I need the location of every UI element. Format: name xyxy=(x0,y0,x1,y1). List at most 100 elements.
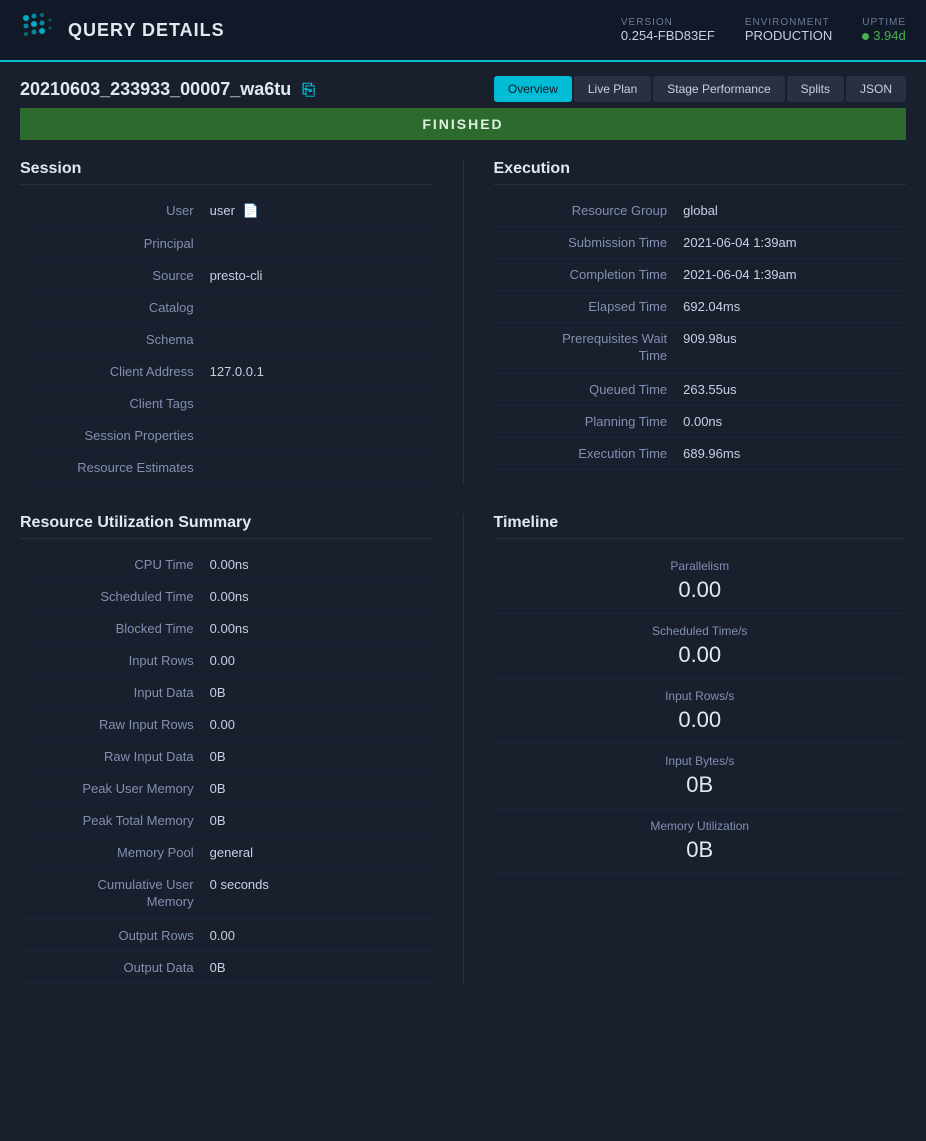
tab-live-plan[interactable]: Live Plan xyxy=(574,76,651,102)
scheduled-time-s-value: 0.00 xyxy=(494,642,907,668)
session-client-tags-value xyxy=(206,388,433,420)
exec-prereq-wait-label: Prerequisites WaitTime xyxy=(494,323,680,374)
exec-elapsed-time-row: Elapsed Time 692.04ms xyxy=(494,291,907,323)
timeline-section: Timeline Parallelism 0.00 Scheduled Time… xyxy=(464,514,907,984)
res-raw-input-data-label: Raw Input Data xyxy=(20,741,206,773)
bottom-sections: Resource Utilization Summary CPU Time 0.… xyxy=(0,514,926,984)
resource-utilization-section: Resource Utilization Summary CPU Time 0.… xyxy=(20,514,464,984)
execution-table: Resource Group global Submission Time 20… xyxy=(494,195,907,470)
session-client-tags-row: Client Tags xyxy=(20,388,433,420)
environment-group: ENVIRONMENT PRODUCTION xyxy=(745,17,832,43)
tab-stage-performance[interactable]: Stage Performance xyxy=(653,76,784,102)
exec-prereq-wait-row: Prerequisites WaitTime 909.98us xyxy=(494,323,907,374)
res-output-rows-label: Output Rows xyxy=(20,919,206,951)
tab-json[interactable]: JSON xyxy=(846,76,906,102)
session-schema-row: Schema xyxy=(20,324,433,356)
header-meta: VERSION 0.254-FBD83EF ENVIRONMENT PRODUC… xyxy=(621,17,906,43)
session-catalog-value xyxy=(206,292,433,324)
exec-resource-group-row: Resource Group global xyxy=(494,195,907,227)
res-cumulative-user-memory-label: Cumulative UserMemory xyxy=(20,869,206,920)
res-peak-user-memory-value: 0B xyxy=(206,773,433,805)
res-cumulative-user-memory-row: Cumulative UserMemory 0 seconds xyxy=(20,869,433,920)
parallelism-metric: Parallelism 0.00 xyxy=(494,549,907,614)
res-input-rows-row: Input Rows 0.00 xyxy=(20,645,433,677)
exec-completion-time-row: Completion Time 2021-06-04 1:39am xyxy=(494,259,907,291)
resource-utilization-table: CPU Time 0.00ns Scheduled Time 0.00ns Bl… xyxy=(20,549,433,984)
exec-execution-time-row: Execution Time 689.96ms xyxy=(494,437,907,469)
input-bytes-s-label: Input Bytes/s xyxy=(494,754,907,768)
res-output-data-value: 0B xyxy=(206,951,433,983)
resource-utilization-title: Resource Utilization Summary xyxy=(20,514,433,539)
environment-value: PRODUCTION xyxy=(745,28,832,43)
res-raw-input-rows-value: 0.00 xyxy=(206,709,433,741)
main-content: Session User user 📄 Principal Source pre… xyxy=(0,160,926,484)
version-group: VERSION 0.254-FBD83EF xyxy=(621,17,715,43)
query-id: 20210603_233933_00007_wa6tu ⎘ xyxy=(20,79,478,100)
exec-planning-time-value: 0.00ns xyxy=(679,405,906,437)
status-banner: FINISHED xyxy=(20,108,906,140)
res-raw-input-rows-label: Raw Input Rows xyxy=(20,709,206,741)
session-catalog-label: Catalog xyxy=(20,292,206,324)
session-source-label: Source xyxy=(20,260,206,292)
scheduled-time-s-label: Scheduled Time/s xyxy=(494,624,907,638)
res-scheduled-time-row: Scheduled Time 0.00ns xyxy=(20,581,433,613)
exec-submission-time-label: Submission Time xyxy=(494,227,680,259)
uptime-group: UPTIME 3.94d xyxy=(862,17,906,43)
exec-submission-time-row: Submission Time 2021-06-04 1:39am xyxy=(494,227,907,259)
session-resource-estimates-row: Resource Estimates xyxy=(20,452,433,484)
exec-prereq-wait-value: 909.98us xyxy=(679,323,906,374)
memory-utilization-metric: Memory Utilization 0B xyxy=(494,809,907,874)
res-memory-pool-value: general xyxy=(206,837,433,869)
res-memory-pool-label: Memory Pool xyxy=(20,837,206,869)
tab-buttons: Overview Live Plan Stage Performance Spl… xyxy=(494,76,906,102)
input-rows-s-metric: Input Rows/s 0.00 xyxy=(494,679,907,744)
res-blocked-time-row: Blocked Time 0.00ns xyxy=(20,613,433,645)
session-principal-value xyxy=(206,228,433,260)
res-memory-pool-row: Memory Pool general xyxy=(20,837,433,869)
res-peak-total-memory-value: 0B xyxy=(206,805,433,837)
copy-icon[interactable]: ⎘ xyxy=(302,82,315,99)
res-output-data-row: Output Data 0B xyxy=(20,951,433,983)
session-resource-estimates-value xyxy=(206,452,433,484)
logo-area: QUERY DETAILS xyxy=(20,12,621,48)
tab-overview[interactable]: Overview xyxy=(494,76,572,102)
environment-label: ENVIRONMENT xyxy=(745,17,830,28)
input-bytes-s-value: 0B xyxy=(494,772,907,798)
input-rows-s-value: 0.00 xyxy=(494,707,907,733)
res-output-rows-value: 0.00 xyxy=(206,919,433,951)
uptime-value: 3.94d xyxy=(862,28,906,43)
res-raw-input-data-value: 0B xyxy=(206,741,433,773)
res-peak-user-memory-label: Peak User Memory xyxy=(20,773,206,805)
session-source-row: Source presto-cli xyxy=(20,260,433,292)
header: QUERY DETAILS VERSION 0.254-FBD83EF ENVI… xyxy=(0,0,926,62)
session-title: Session xyxy=(20,160,433,185)
user-icon: 📄 xyxy=(243,203,259,218)
res-cpu-time-row: CPU Time 0.00ns xyxy=(20,549,433,581)
session-resource-estimates-label: Resource Estimates xyxy=(20,452,206,484)
input-rows-s-label: Input Rows/s xyxy=(494,689,907,703)
session-properties-value xyxy=(206,420,433,452)
page-title: QUERY DETAILS xyxy=(68,20,225,41)
res-input-data-label: Input Data xyxy=(20,677,206,709)
uptime-label: UPTIME xyxy=(862,17,906,28)
tab-splits[interactable]: Splits xyxy=(787,76,844,102)
exec-submission-time-value: 2021-06-04 1:39am xyxy=(679,227,906,259)
exec-elapsed-time-label: Elapsed Time xyxy=(494,291,680,323)
res-blocked-time-label: Blocked Time xyxy=(20,613,206,645)
exec-execution-time-label: Execution Time xyxy=(494,437,680,469)
res-peak-total-memory-row: Peak Total Memory 0B xyxy=(20,805,433,837)
session-properties-row: Session Properties xyxy=(20,420,433,452)
input-bytes-s-metric: Input Bytes/s 0B xyxy=(494,744,907,809)
session-principal-label: Principal xyxy=(20,228,206,260)
session-user-label: User xyxy=(20,195,206,228)
session-client-address-label: Client Address xyxy=(20,356,206,388)
exec-resource-group-value: global xyxy=(679,195,906,227)
res-cpu-time-value: 0.00ns xyxy=(206,549,433,581)
parallelism-label: Parallelism xyxy=(494,559,907,573)
res-peak-user-memory-row: Peak User Memory 0B xyxy=(20,773,433,805)
session-principal-row: Principal xyxy=(20,228,433,260)
session-schema-value xyxy=(206,324,433,356)
parallelism-value: 0.00 xyxy=(494,577,907,603)
session-user-value: user 📄 xyxy=(206,195,433,228)
scheduled-time-s-metric: Scheduled Time/s 0.00 xyxy=(494,614,907,679)
